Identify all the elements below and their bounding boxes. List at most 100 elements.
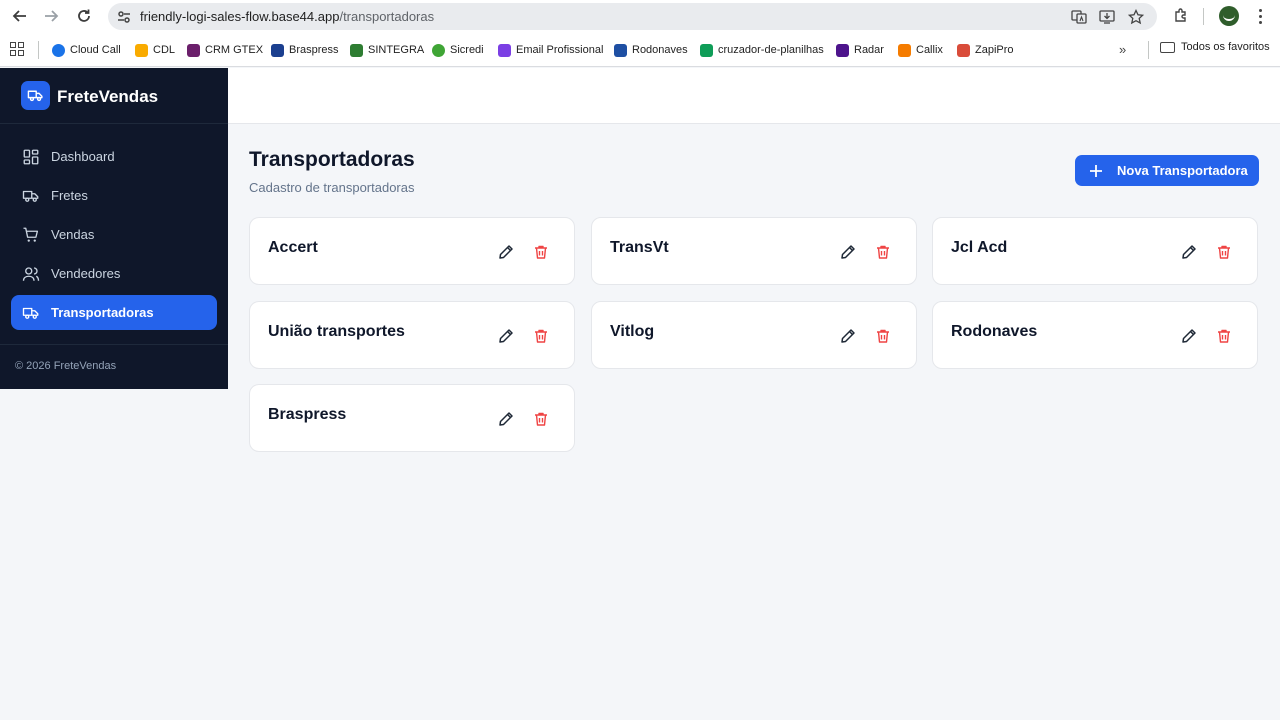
toolbar-divider bbox=[1203, 8, 1204, 25]
radar-favicon bbox=[836, 43, 849, 57]
install-app-icon[interactable] bbox=[1098, 8, 1116, 26]
bookmark-cloud-call[interactable]: Cloud Call bbox=[52, 41, 121, 59]
plus-icon bbox=[1090, 164, 1102, 177]
truck-logo-icon bbox=[21, 81, 50, 110]
bookmark-callix[interactable]: Callix bbox=[898, 41, 943, 59]
brand-header: FreteVendas bbox=[0, 68, 228, 124]
url-text[interactable]: friendly-logi-sales-flow.base44.app/tran… bbox=[140, 9, 434, 24]
sidebar-footer: © 2026 FreteVendas bbox=[0, 344, 228, 389]
zapipro-favicon bbox=[957, 43, 970, 57]
sicredi-favicon bbox=[432, 43, 445, 57]
pencil-edit-icon[interactable] bbox=[840, 244, 856, 260]
sidebar-item-transportadoras[interactable]: Transportadoras bbox=[11, 295, 217, 330]
truck-icon bbox=[22, 190, 39, 202]
profile-avatar[interactable] bbox=[1219, 6, 1239, 26]
bookmark-zapipro[interactable]: ZapiPro bbox=[957, 41, 1014, 59]
bookmark-cdl[interactable]: CDL bbox=[135, 41, 175, 59]
bookmark-label: Cloud Call bbox=[70, 44, 121, 56]
sidebar-item-label: Fretes bbox=[51, 188, 88, 203]
bookmark-label: cruzador-de-planilhas bbox=[718, 44, 824, 56]
carrier-name: União transportes bbox=[268, 323, 405, 340]
sidebar-item-vendas[interactable]: Vendas bbox=[11, 217, 217, 252]
carrier-card: Braspress bbox=[249, 384, 575, 452]
sidebar-item-label: Transportadoras bbox=[51, 305, 154, 320]
url-host: friendly-logi-sales-flow.base44.app bbox=[140, 9, 340, 24]
page-subtitle: Cadastro de transportadoras bbox=[249, 180, 415, 195]
bookmark-radar[interactable]: Radar bbox=[836, 41, 884, 59]
new-carrier-button[interactable]: Nova Transportadora bbox=[1075, 155, 1259, 186]
carrier-name: Vitlog bbox=[610, 323, 655, 340]
bookmark-label: Callix bbox=[916, 44, 943, 56]
all-bookmarks-folder[interactable]: Todos os favoritos bbox=[1160, 41, 1270, 53]
pencil-edit-icon[interactable] bbox=[1181, 328, 1197, 344]
bookmark-sicredi[interactable]: Sicredi bbox=[432, 41, 484, 59]
carrier-name: Rodonaves bbox=[951, 323, 1038, 340]
carrier-name: Jcl Acd bbox=[951, 239, 1008, 256]
brand-name[interactable]: FreteVendas bbox=[57, 87, 158, 107]
callix-favicon bbox=[898, 43, 911, 57]
back-arrow-icon[interactable] bbox=[8, 4, 32, 28]
carrier-card: Jcl Acd bbox=[932, 217, 1258, 285]
trash-delete-icon[interactable] bbox=[875, 244, 891, 260]
trash-delete-icon[interactable] bbox=[533, 244, 549, 260]
bookmarks-bar: Cloud Call CDL CRM GTEX Braspress SINTEG… bbox=[0, 33, 1280, 67]
pencil-edit-icon[interactable] bbox=[840, 328, 856, 344]
carrier-card: União transportes bbox=[249, 301, 575, 369]
translate-icon[interactable] bbox=[1070, 8, 1088, 26]
truck-icon bbox=[22, 307, 39, 319]
page-title: Transportadoras bbox=[249, 148, 415, 171]
cart-icon bbox=[23, 227, 39, 242]
bookmark-star-icon[interactable] bbox=[1127, 8, 1145, 26]
trash-delete-icon[interactable] bbox=[1216, 328, 1232, 344]
sidebar-item-label: Dashboard bbox=[51, 149, 115, 164]
extensions-icon[interactable] bbox=[1171, 6, 1191, 26]
users-icon bbox=[22, 266, 40, 281]
braspress-favicon bbox=[271, 43, 284, 57]
more-bookmarks-chevron-icon[interactable]: » bbox=[1119, 42, 1126, 57]
cloud-call-favicon bbox=[52, 43, 65, 57]
carrier-name: Braspress bbox=[268, 406, 347, 423]
browser-toolbar: friendly-logi-sales-flow.base44.app/tran… bbox=[0, 0, 1280, 33]
trash-delete-icon[interactable] bbox=[533, 328, 549, 344]
pencil-edit-icon[interactable] bbox=[1181, 244, 1197, 260]
bookmark-cruzador-de-planilhas[interactable]: cruzador-de-planilhas bbox=[700, 41, 824, 59]
carrier-card: Vitlog bbox=[591, 301, 917, 369]
copyright-text: © 2026 FreteVendas bbox=[15, 360, 117, 372]
app-sidebar: FreteVendas Dashboard Fretes Vendas Vend… bbox=[0, 68, 228, 389]
crm-gtex-favicon bbox=[187, 43, 200, 57]
carrier-card: Rodonaves bbox=[932, 301, 1258, 369]
bookmark-braspress[interactable]: Braspress bbox=[271, 41, 339, 59]
apps-grid-icon[interactable] bbox=[10, 42, 24, 56]
bookmark-label: CDL bbox=[153, 44, 176, 56]
site-settings-icon[interactable] bbox=[116, 9, 132, 25]
sidebar-item-dashboard[interactable]: Dashboard bbox=[11, 139, 217, 174]
sidebar-item-vendedores[interactable]: Vendedores bbox=[11, 256, 217, 291]
bookmark-label: ZapiPro bbox=[975, 44, 1014, 56]
bookmark-crm-gtex[interactable]: CRM GTEX bbox=[187, 41, 263, 59]
bookmark-email-profissional[interactable]: Email Profissional bbox=[498, 41, 603, 59]
trash-delete-icon[interactable] bbox=[533, 411, 549, 427]
bookmark-rodonaves[interactable]: Rodonaves bbox=[614, 41, 688, 59]
bookmark-label: CRM GTEX bbox=[205, 44, 264, 56]
carrier-card: TransVt bbox=[591, 217, 917, 285]
pencil-edit-icon[interactable] bbox=[498, 411, 514, 427]
bookmark-label: Rodonaves bbox=[632, 44, 688, 56]
all-bookmarks-label: Todos os favoritos bbox=[1181, 41, 1270, 53]
trash-delete-icon[interactable] bbox=[875, 328, 891, 344]
browser-menu-icon[interactable] bbox=[1254, 6, 1266, 26]
cruzador-favicon bbox=[700, 43, 713, 57]
pencil-edit-icon[interactable] bbox=[498, 328, 514, 344]
bookmark-label: Email Profissional bbox=[516, 44, 604, 56]
sidebar-item-fretes[interactable]: Fretes bbox=[11, 178, 217, 213]
dashboard-icon bbox=[23, 149, 39, 164]
new-carrier-label: Nova Transportadora bbox=[1117, 163, 1248, 178]
bookmark-label: Radar bbox=[854, 44, 884, 56]
trash-delete-icon[interactable] bbox=[1216, 244, 1232, 260]
pencil-edit-icon[interactable] bbox=[498, 244, 514, 260]
bookmark-label: Braspress bbox=[289, 44, 339, 56]
forward-arrow-icon[interactable] bbox=[39, 4, 63, 28]
bookmark-sintegra[interactable]: SINTEGRA bbox=[350, 41, 424, 59]
address-bar[interactable]: friendly-logi-sales-flow.base44.app/tran… bbox=[108, 3, 1157, 30]
reload-icon[interactable] bbox=[72, 4, 96, 28]
bookmark-label: SINTEGRA bbox=[368, 44, 425, 56]
